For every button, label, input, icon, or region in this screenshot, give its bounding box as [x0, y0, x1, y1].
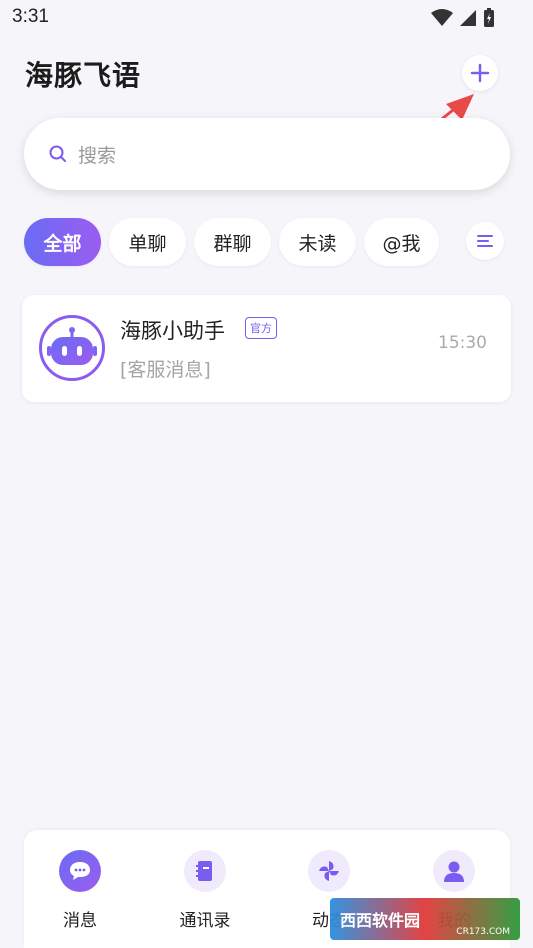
nav-label-contacts: 通讯录: [179, 911, 231, 931]
official-badge: 官方: [245, 317, 277, 339]
chat-list-item[interactable]: 海豚小助手 官方 [客服消息] 15:30: [22, 295, 511, 402]
app-title: 海豚飞语: [25, 59, 142, 92]
search-placeholder: 搜索: [78, 144, 117, 167]
watermark-text: 西西软件园: [340, 911, 421, 930]
robot-icon: [47, 327, 97, 365]
filter-menu-button[interactable]: [466, 222, 504, 260]
watermark-logo: 西西软件园 CR173.COM: [330, 898, 520, 940]
profile-icon: [433, 850, 475, 892]
plus-icon: [470, 63, 490, 83]
filter-chips: 全部 单聊 群聊 未读 @我: [24, 218, 439, 266]
search-bar[interactable]: 搜索: [24, 118, 510, 190]
message-icon: [59, 850, 101, 892]
watermark-subtext: CR173.COM: [456, 927, 510, 937]
chat-avatar: [39, 315, 105, 381]
wifi-icon: [431, 9, 453, 26]
nav-label-messages: 消息: [63, 911, 97, 931]
menu-icon: [477, 235, 493, 247]
contacts-icon: [184, 850, 226, 892]
filter-all-chip[interactable]: 全部: [24, 218, 101, 266]
status-icons: [431, 8, 495, 28]
nav-item-contacts[interactable]: 通讯录: [160, 850, 250, 931]
nav-item-messages[interactable]: 消息: [35, 850, 125, 931]
filter-unread-chip[interactable]: 未读: [279, 218, 356, 266]
filter-single-chip[interactable]: 单聊: [109, 218, 186, 266]
add-button[interactable]: [462, 55, 498, 91]
moments-icon: [308, 850, 350, 892]
search-icon: [49, 145, 66, 162]
status-time: 3:31: [12, 6, 49, 27]
status-bar: 3:31: [0, 0, 533, 36]
chat-preview: [客服消息]: [120, 359, 211, 381]
chat-name: 海豚小助手: [120, 319, 225, 343]
battery-icon: [484, 8, 494, 27]
signal-icon: [460, 10, 476, 26]
chat-time: 15:30: [438, 333, 487, 353]
filter-group-chip[interactable]: 群聊: [194, 218, 271, 266]
filter-mention-chip[interactable]: @我: [364, 218, 439, 266]
